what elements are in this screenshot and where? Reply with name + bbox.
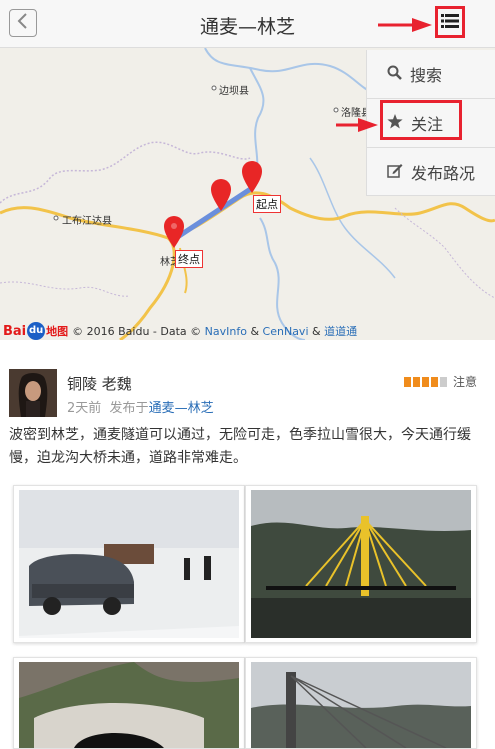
- start-point-label: 起点: [253, 195, 281, 213]
- avatar[interactable]: [9, 369, 57, 417]
- post-photo-4[interactable]: [245, 657, 477, 749]
- post-content: 波密到林芝，通麦隧道可以通过，无险可走，色季拉山雪很大，今天通行缓慢，迫龙沟大桥…: [9, 427, 471, 466]
- level-bar-3: [422, 376, 429, 387]
- annotation-arrow-menu: [378, 18, 432, 32]
- level-bar-5: [440, 376, 447, 387]
- road-level-indicator: 注意: [404, 373, 477, 390]
- level-bar-4: [431, 376, 438, 387]
- level-bar-2: [413, 376, 420, 387]
- follow-highlight-box: [380, 100, 462, 140]
- route-pin-end[interactable]: [164, 216, 184, 248]
- search-icon: [387, 65, 402, 84]
- map-label-gongbujiangda: 工布江达县: [62, 216, 112, 227]
- map-label-bianba: 边坝县: [219, 86, 249, 97]
- post-photo-2[interactable]: [245, 485, 477, 643]
- navinfo-link[interactable]: NavInfo: [205, 325, 247, 338]
- post-photo-1[interactable]: [13, 485, 245, 643]
- daodaotong-link[interactable]: 道道通: [324, 323, 357, 339]
- route-link[interactable]: 通麦—林芝: [149, 401, 214, 416]
- cennavi-link[interactable]: CenNavi: [263, 325, 309, 338]
- baidu-map-logo: Bai du 地图: [3, 322, 69, 340]
- route-pin-start[interactable]: [242, 161, 262, 193]
- menu-item-search[interactable]: 搜索: [367, 50, 495, 98]
- post-photo-3[interactable]: [13, 657, 245, 749]
- map-copyright: Bai du 地图 © 2016 Baidu - Data © NavInfo & …: [3, 322, 358, 340]
- end-point-label: 终点: [175, 250, 203, 268]
- post-time: 2天前: [67, 401, 102, 416]
- level-bar-1: [404, 376, 411, 387]
- menu-button[interactable]: [435, 6, 465, 38]
- list-menu-icon: [441, 13, 459, 32]
- author-name[interactable]: 铜陵 老魏: [67, 373, 132, 394]
- edit-icon: [387, 163, 403, 182]
- post-meta: 2天前 发布于通麦—林芝: [67, 401, 214, 416]
- level-label: 注意: [453, 375, 478, 389]
- annotation-arrow-follow: [336, 118, 378, 132]
- menu-item-publish-traffic[interactable]: 发布路况: [367, 148, 495, 196]
